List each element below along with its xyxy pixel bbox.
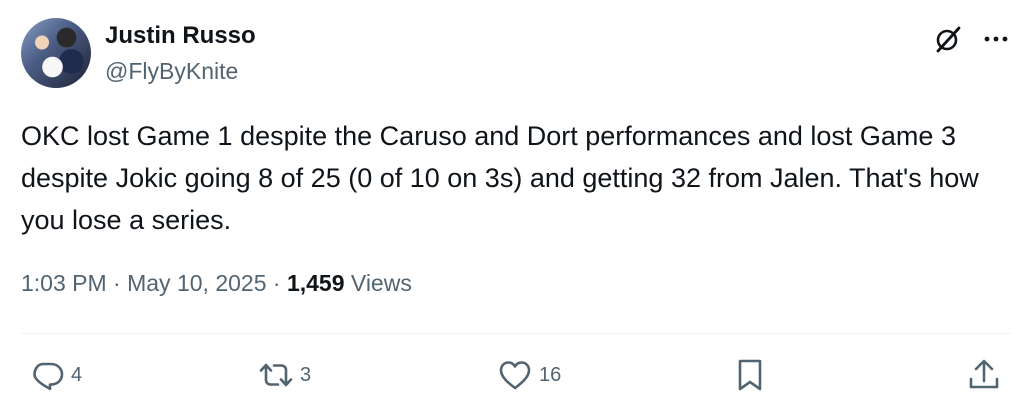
share-button[interactable] — [966, 355, 1002, 395]
reply-count: 4 — [71, 363, 83, 386]
author-handle[interactable]: @FlyByKnite — [105, 58, 238, 85]
views-count: 1,459 — [286, 270, 345, 296]
author-avatar[interactable] — [21, 18, 91, 88]
share-icon — [969, 359, 999, 389]
reply-button[interactable]: 4 — [29, 355, 82, 395]
more-icon[interactable] — [981, 24, 1011, 54]
reply-icon — [33, 362, 64, 391]
author-name[interactable]: Justin Russo — [105, 22, 256, 50]
heart-icon — [499, 361, 531, 390]
like-count: 16 — [539, 363, 562, 386]
divider — [21, 333, 1011, 334]
tweet-text: OKC lost Game 1 despite the Caruso and D… — [21, 121, 979, 235]
like-button[interactable]: 16 — [497, 355, 561, 395]
meta-separator: · — [106, 270, 128, 296]
repost-button[interactable]: 3 — [258, 355, 311, 395]
grok-icon[interactable] — [933, 24, 963, 54]
repost-count: 3 — [300, 363, 312, 386]
tweet-meta: 1:03 PM · May 10, 2025 · 1,459 Views — [21, 270, 412, 297]
tweet-time[interactable]: 1:03 PM — [21, 270, 107, 296]
tweet-card: Justin Russo @FlyByKnite OKC lost Game 1… — [0, 0, 1031, 416]
bookmark-icon — [738, 359, 762, 391]
bookmark-button[interactable] — [732, 355, 768, 395]
repost-icon — [259, 363, 293, 387]
tweet-date[interactable]: May 10, 2025 — [127, 270, 266, 296]
meta-separator: · — [266, 270, 287, 296]
views-label: Views — [344, 270, 412, 296]
